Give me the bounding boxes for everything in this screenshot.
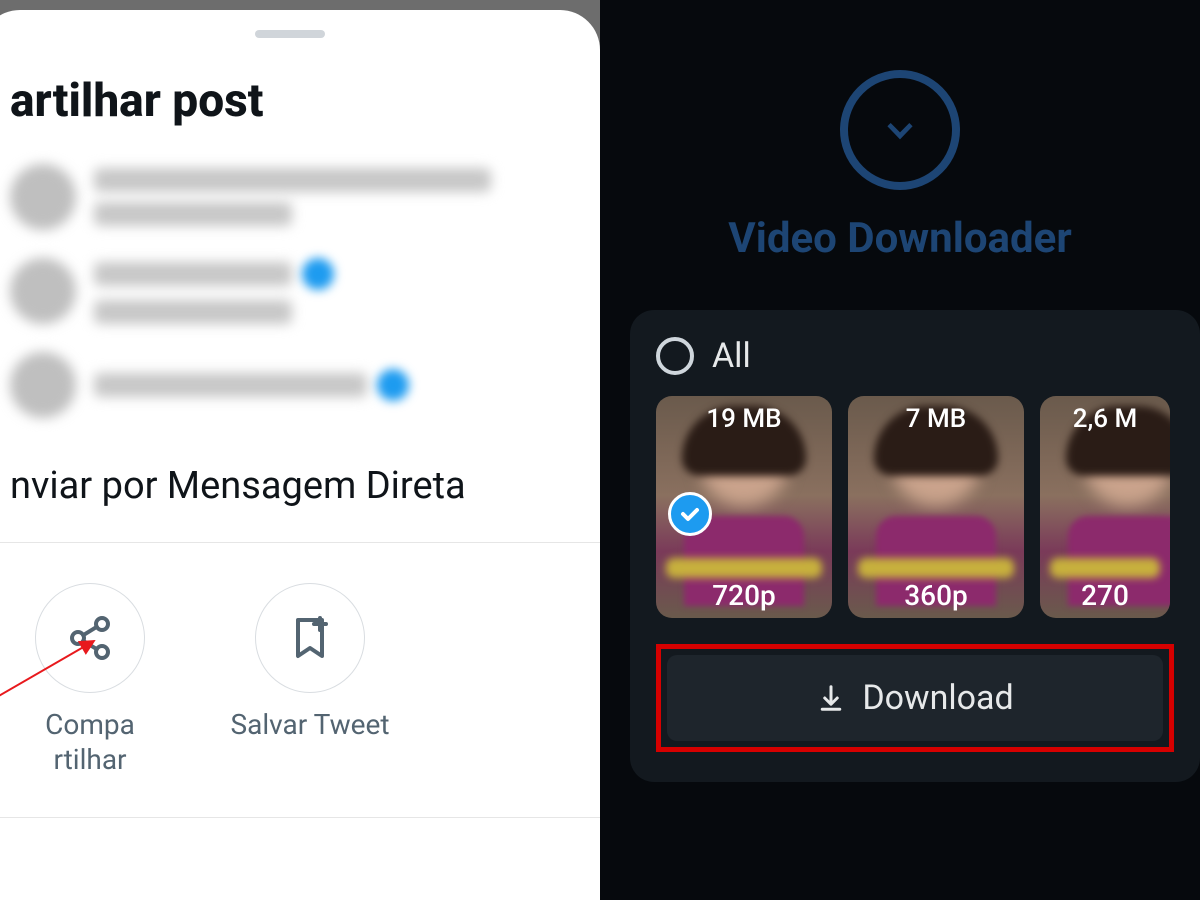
share-via-button[interactable]: Compa rtilhar [10, 583, 170, 777]
app-header: Video Downloader [600, 0, 1200, 263]
verified-badge-blurred [377, 369, 409, 401]
selected-check-icon [668, 492, 712, 536]
resolution-label: 720p [656, 579, 832, 612]
select-all-row[interactable]: All [656, 336, 1174, 376]
contact-name-blurred [94, 373, 367, 397]
quality-option-720p[interactable]: 19 MB 720p [656, 396, 832, 618]
save-tweet-label: Salvar Tweet [231, 707, 390, 742]
file-size-label: 19 MB [656, 404, 832, 434]
select-all-radio[interactable] [656, 337, 694, 375]
share-sheet-screenshot: artilhar post [0, 0, 600, 900]
contact-row[interactable] [10, 258, 590, 324]
verified-badge-blurred [302, 258, 334, 290]
save-tweet-button[interactable]: Salvar Tweet [230, 583, 390, 777]
sheet-title: artilhar post [0, 74, 600, 128]
quality-thumbnails: 19 MB 720p 7 MB 360p 2,6 M 270 [656, 396, 1174, 618]
select-all-label: All [712, 336, 751, 376]
quality-option-270p[interactable]: 2,6 M 270 [1040, 396, 1170, 618]
sheet-drag-handle[interactable] [255, 30, 325, 38]
contact-name-blurred [94, 262, 292, 286]
contact-avatar [10, 258, 76, 324]
resolution-label: 360p [848, 579, 1024, 612]
contact-avatar [10, 352, 76, 418]
contact-name-blurred [94, 168, 491, 192]
download-options-card: All 19 MB 720p 7 MB 360p 2,6 M 270 [630, 310, 1200, 782]
download-circle-icon [840, 70, 960, 190]
download-button-highlight: Download [656, 644, 1174, 752]
download-icon [816, 683, 846, 713]
file-size-label: 7 MB [848, 404, 1024, 434]
quality-option-360p[interactable]: 7 MB 360p [848, 396, 1024, 618]
divider [0, 817, 600, 818]
resolution-label: 270 [1040, 579, 1170, 612]
share-actions: Compa rtilhar Salvar Tweet [0, 543, 600, 817]
contact-sub-blurred [94, 202, 292, 226]
contact-row[interactable] [10, 164, 590, 230]
send-via-dm-button[interactable]: nviar por Mensagem Direta [0, 446, 600, 542]
download-button[interactable]: Download [667, 655, 1163, 741]
download-button-label: Download [862, 678, 1013, 718]
contact-sub-blurred [94, 300, 292, 324]
contact-row[interactable] [10, 352, 590, 418]
share-via-label: Compa rtilhar [10, 707, 170, 777]
share-sheet: artilhar post [0, 10, 600, 900]
file-size-label: 2,6 M [1040, 404, 1170, 434]
recent-contacts-list [0, 164, 600, 418]
contact-avatar [10, 164, 76, 230]
bookmark-add-icon [286, 614, 334, 662]
video-downloader-screenshot: Video Downloader All 19 MB 720p 7 MB 360… [600, 0, 1200, 900]
app-title: Video Downloader [600, 214, 1200, 263]
